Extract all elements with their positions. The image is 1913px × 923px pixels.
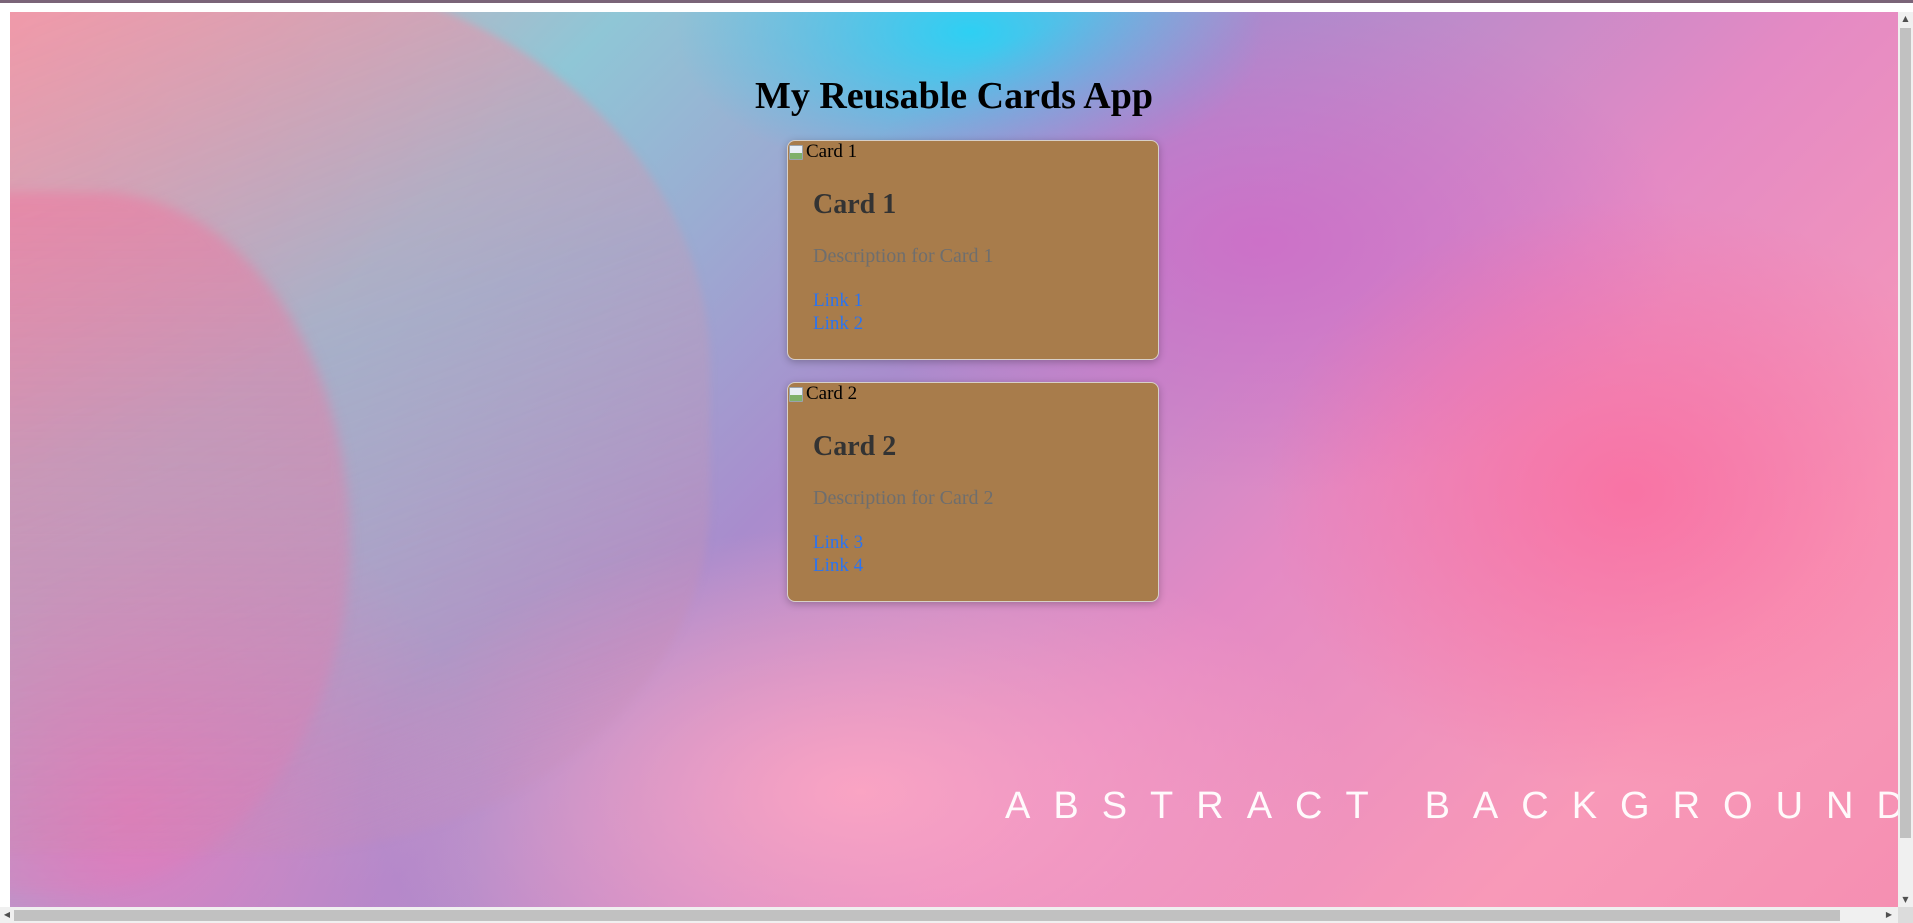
horizontal-scrollbar[interactable]: ◀ ▶ xyxy=(0,907,1898,923)
vertical-scroll-thumb[interactable] xyxy=(1900,28,1911,838)
broken-image-icon xyxy=(788,144,804,160)
card: Card 2 Card 2 Description for Card 2 Lin… xyxy=(787,382,1159,602)
card: Card 1 Card 1 Description for Card 1 Lin… xyxy=(787,140,1159,360)
page-viewport: My Reusable Cards App Card 1 Card 1 Desc… xyxy=(10,12,1898,907)
card-link[interactable]: Link 3 xyxy=(813,531,863,554)
card-image: Card 2 xyxy=(788,383,857,405)
card-description: Description for Card 2 xyxy=(813,487,994,509)
background-caption: ABSTRACT BACKGROUND xyxy=(1005,785,1898,827)
window-top-border xyxy=(0,0,1913,3)
card-link[interactable]: Link 1 xyxy=(813,289,863,312)
broken-image-icon xyxy=(788,386,804,402)
horizontal-scroll-thumb[interactable] xyxy=(14,910,1840,921)
card-image-alt-text: Card 1 xyxy=(806,141,858,162)
card-link[interactable]: Link 2 xyxy=(813,312,863,335)
card-title: Card 1 xyxy=(813,189,897,220)
card-title: Card 2 xyxy=(813,431,897,462)
card-link[interactable]: Link 4 xyxy=(813,554,863,577)
scroll-right-icon[interactable]: ▶ xyxy=(1882,907,1896,923)
vertical-scrollbar[interactable]: ▲ ▼ xyxy=(1898,12,1913,907)
card-links: Link 1 Link 2 xyxy=(813,289,863,335)
scroll-left-icon[interactable]: ◀ xyxy=(0,907,14,923)
page-title: My Reusable Cards App xyxy=(755,75,1153,117)
scrollbar-corner xyxy=(1898,907,1913,923)
card-image: Card 1 xyxy=(788,141,857,163)
scroll-down-icon[interactable]: ▼ xyxy=(1898,893,1913,907)
card-image-alt-text: Card 2 xyxy=(806,383,858,404)
card-links: Link 3 Link 4 xyxy=(813,531,863,577)
scroll-up-icon[interactable]: ▲ xyxy=(1898,12,1913,26)
card-description: Description for Card 1 xyxy=(813,245,994,267)
